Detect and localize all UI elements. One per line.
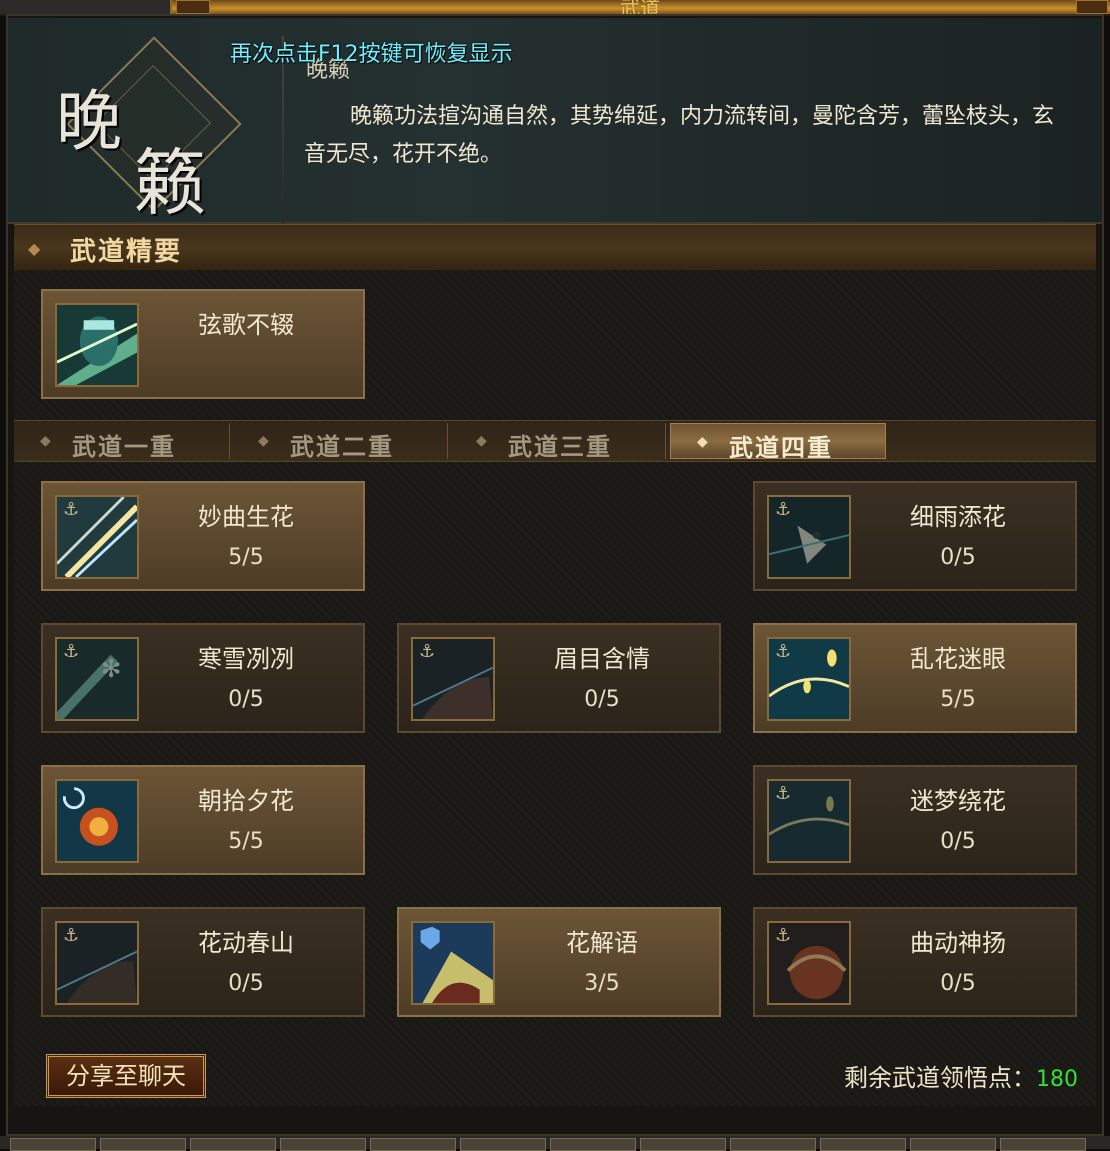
toolbar-slot[interactable]: [640, 1138, 726, 1151]
close-button[interactable]: [1076, 0, 1108, 14]
golden-strings-icon: ⚓: [55, 495, 139, 579]
skill-level: 0/5: [584, 687, 620, 712]
shield-hand-icon: [411, 921, 495, 1005]
school-description: 晚籁功法揎沟通自然，其势绵延，内力流转间，曼陀含芳，蕾坠枝头，玄音无尽，花开不绝…: [304, 104, 1055, 167]
skill-name: 眉目含情: [554, 645, 650, 673]
skill-name: 迷梦绕花: [910, 787, 1006, 815]
skill-level: 0/5: [940, 971, 976, 996]
tab-label: 武道四重: [729, 434, 833, 462]
essential-skill-card[interactable]: 弦歌不辍: [41, 289, 365, 399]
tab-bullet-icon: ◆: [258, 433, 269, 449]
skill-card[interactable]: 朝拾夕花 5/5: [41, 765, 365, 875]
svg-text:✻: ✻: [101, 654, 122, 683]
skill-level: 0/5: [228, 971, 264, 996]
logo-char-1: 晚: [56, 83, 122, 160]
tab-bullet-icon: ◆: [476, 433, 487, 449]
skill-name: 寒雪冽冽: [198, 645, 294, 673]
toolbar-slot[interactable]: [190, 1138, 276, 1151]
tab-label: 武道二重: [290, 433, 394, 461]
points-label: 剩余武道领悟点：: [844, 1064, 1036, 1092]
skill-card[interactable]: ⚓ 迷梦绕花 0/5: [753, 765, 1077, 875]
skill-card[interactable]: ✻ ⚓ 寒雪冽冽 0/5: [41, 623, 365, 733]
section-title: 武道精要: [70, 237, 183, 267]
diamond-bullet-icon: ◆: [28, 239, 41, 258]
snowflake-scroll-icon: ✻ ⚓: [55, 637, 139, 721]
rain-petals-icon: ⚓: [767, 495, 851, 579]
dream-swirl-icon: ⚓: [767, 779, 851, 863]
points-value: 180: [1036, 1067, 1078, 1092]
share-to-chat-button[interactable]: 分享至聊天: [46, 1054, 206, 1098]
fire-spin-icon: ⚓: [767, 921, 851, 1005]
tier-tabs: ◆ 武道一重 ◆ 武道二重 ◆ 武道三重 ◆ 武道四重: [14, 420, 1096, 462]
title-left-button[interactable]: [176, 0, 210, 14]
skill-level: 0/5: [228, 687, 264, 712]
toolbar-slot[interactable]: [730, 1138, 816, 1151]
toolbar-slot[interactable]: [280, 1138, 366, 1151]
logo-char-2: 籁: [134, 141, 207, 225]
anchor-icon: ⚓: [775, 783, 792, 804]
skill-name: 细雨添花: [910, 503, 1006, 531]
skill-name: 朝拾夕花: [198, 787, 294, 815]
toolbar-slot[interactable]: [550, 1138, 636, 1151]
essentials-section-header: ◆ 武道精要: [14, 224, 1096, 271]
skill-name: 花动春山: [198, 929, 294, 957]
toolbar-slot[interactable]: [1000, 1138, 1086, 1151]
tab-tier-1[interactable]: ◆ 武道一重: [14, 423, 230, 461]
zither-spirit-icon: [55, 303, 139, 387]
skill-level: 5/5: [940, 687, 976, 712]
flower-moon-icon: [55, 779, 139, 863]
anchor-icon: ⚓: [775, 499, 792, 520]
toolbar-slot[interactable]: [10, 1138, 96, 1151]
hand-strings-icon: ⚓: [411, 637, 495, 721]
skill-level: 3/5: [584, 971, 620, 996]
anchor-icon: ⚓: [63, 641, 80, 662]
skill-name: 花解语: [566, 929, 638, 957]
skill-level: 0/5: [940, 829, 976, 854]
tab-bullet-icon: ◆: [697, 434, 708, 450]
skill-card[interactable]: ⚓ 花动春山 0/5: [41, 907, 365, 1017]
skill-card[interactable]: ⚓ 眉目含情 0/5: [397, 623, 721, 733]
skill-name: 妙曲生花: [198, 503, 294, 531]
tab-tier-2[interactable]: ◆ 武道二重: [232, 423, 448, 461]
tab-tier-3[interactable]: ◆ 武道三重: [450, 423, 666, 461]
skill-level: 5/5: [228, 829, 264, 854]
toolbar-slot[interactable]: [910, 1138, 996, 1151]
skill-name: 曲动神扬: [910, 929, 1006, 957]
toolbar-slot[interactable]: [370, 1138, 456, 1151]
skill-level: 5/5: [228, 545, 264, 570]
swirling-petals-icon: ⚓: [767, 637, 851, 721]
spring-strings-icon: ⚓: [55, 921, 139, 1005]
skill-card[interactable]: 花解语 3/5: [397, 907, 721, 1017]
anchor-icon: ⚓: [419, 641, 436, 662]
skill-level: 0/5: [940, 545, 976, 570]
tab-label: 武道三重: [508, 433, 612, 461]
essential-skill-name: 弦歌不辍: [198, 311, 294, 339]
bottom-toolbar: [0, 1136, 1110, 1151]
skill-card[interactable]: ⚓ 曲动神扬 0/5: [753, 907, 1077, 1017]
skill-name: 乱花迷眼: [910, 645, 1006, 673]
skill-card[interactable]: ⚓ 细雨添花 0/5: [753, 481, 1077, 591]
left-frame-edge: [0, 0, 172, 14]
skill-card[interactable]: ⚓ 乱花迷眼 5/5: [753, 623, 1077, 733]
toolbar-slot[interactable]: [100, 1138, 186, 1151]
anchor-icon: ⚓: [63, 499, 80, 520]
anchor-icon: ⚓: [775, 641, 792, 662]
toolbar-slot[interactable]: [460, 1138, 546, 1151]
anchor-icon: ⚓: [63, 925, 80, 946]
tab-tier-4[interactable]: ◆ 武道四重: [670, 423, 886, 462]
skill-card[interactable]: ⚓ 妙曲生花 5/5: [41, 481, 365, 591]
tab-label: 武道一重: [72, 433, 176, 461]
anchor-icon: ⚓: [775, 925, 792, 946]
toolbar-slot[interactable]: [820, 1138, 906, 1151]
remaining-points: 剩余武道领悟点：180: [700, 1058, 1078, 1093]
f12-hint: 再次点击F12按键可恢复显示: [230, 42, 513, 67]
tab-bullet-icon: ◆: [40, 433, 51, 449]
